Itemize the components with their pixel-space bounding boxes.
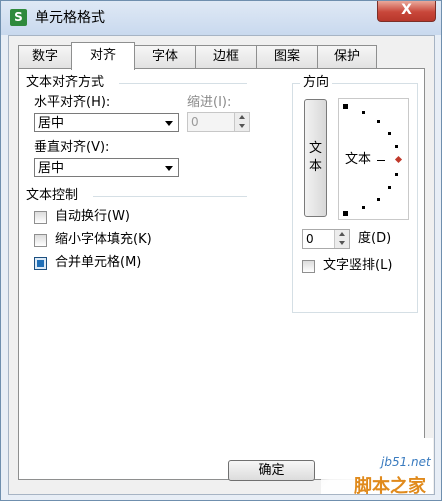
wrap-text-checkbox[interactable] (34, 211, 47, 224)
vertical-text-char: 本 (308, 159, 322, 174)
merge-cells-label[interactable]: 合并单元格(M) (55, 255, 141, 271)
dial-mark (343, 211, 348, 216)
stacked-text-checkbox[interactable] (302, 260, 315, 273)
ok-button[interactable]: 确定 (228, 460, 315, 481)
dial-mark (377, 198, 380, 201)
section-title-text-control: 文本控制 (26, 188, 79, 203)
degree-label: 度(D) (358, 231, 392, 246)
tab-number[interactable]: 数字 (18, 45, 72, 68)
dial-mark (343, 104, 348, 109)
orientation-title: 方向 (300, 75, 333, 91)
merge-cells-checkbox[interactable] (34, 257, 47, 270)
close-button[interactable]: X (377, 1, 436, 22)
chevron-down-icon (165, 166, 173, 171)
group-divider (93, 196, 247, 197)
shrink-to-fit-checkbox[interactable] (34, 234, 47, 247)
spin-down-button[interactable] (234, 122, 249, 131)
dial-mark (362, 111, 365, 114)
shrink-to-fit-label[interactable]: 缩小字体填充(K) (55, 232, 152, 248)
tab-font[interactable]: 字体 (134, 45, 196, 68)
dial-mark (377, 120, 380, 123)
indent-label: 缩进(I): (187, 95, 232, 110)
spin-down-button[interactable] (334, 239, 349, 248)
arrow-down-icon (339, 241, 345, 245)
horizontal-align-label: 水平对齐(H): (34, 95, 111, 110)
group-divider (119, 83, 247, 84)
tab-pattern[interactable]: 图案 (256, 45, 318, 68)
app-icon: S (10, 9, 27, 26)
spin-up-button[interactable] (234, 113, 249, 122)
arrow-up-icon (239, 115, 245, 119)
indent-spinner[interactable]: 0 (187, 112, 250, 132)
dial-line (377, 160, 385, 161)
title-bar: S 单元格格式 X (1, 1, 441, 35)
indent-value: 0 (191, 115, 199, 129)
dialog-window: S 单元格格式 X 数字 对齐 字体 边框 图案 保护 文本对齐方式 水平对齐(… (0, 0, 442, 501)
horizontal-align-select[interactable]: 居中 (34, 113, 179, 132)
vertical-align-select[interactable]: 居中 (34, 158, 179, 177)
dial-mark (388, 132, 391, 135)
alignment-panel: 文本对齐方式 水平对齐(H): 居中 缩进(I): 0 垂直对齐(V): 居中 … (18, 68, 425, 480)
stacked-text-label[interactable]: 文字竖排(L) (323, 258, 392, 274)
watermark-brand: 脚本之家 (354, 476, 426, 497)
tab-protection[interactable]: 保护 (317, 45, 377, 68)
spin-up-button[interactable] (334, 230, 349, 239)
horizontal-align-value: 居中 (38, 116, 65, 131)
degree-spinner[interactable]: 0 (302, 229, 350, 249)
degree-value: 0 (306, 232, 314, 246)
dial-pointer (394, 155, 403, 164)
section-title-alignment: 文本对齐方式 (26, 75, 105, 90)
dialog-client-area: 数字 对齐 字体 边框 图案 保护 文本对齐方式 水平对齐(H): 居中 缩进(… (8, 35, 435, 497)
dial-mark (362, 206, 365, 209)
arrow-down-icon (239, 124, 245, 128)
vertical-text-char: 文 (308, 141, 322, 156)
tab-alignment[interactable]: 对齐 (71, 42, 135, 70)
watermark-site: jb51.net (381, 455, 431, 469)
vertical-align-value: 居中 (38, 161, 65, 176)
dial-mark (395, 145, 398, 148)
window-title: 单元格格式 (35, 10, 105, 26)
chevron-down-icon (165, 121, 173, 126)
orientation-dial[interactable]: 文本 (338, 98, 409, 220)
dial-mark (388, 186, 391, 189)
vertical-text-button[interactable]: 文 本 (304, 99, 327, 217)
tab-border[interactable]: 边框 (195, 45, 257, 68)
vertical-align-label: 垂直对齐(V): (34, 140, 110, 155)
arrow-up-icon (339, 232, 345, 236)
wrap-text-label[interactable]: 自动换行(W) (55, 209, 130, 225)
dial-text: 文本 (345, 152, 372, 167)
dial-mark (395, 173, 398, 176)
